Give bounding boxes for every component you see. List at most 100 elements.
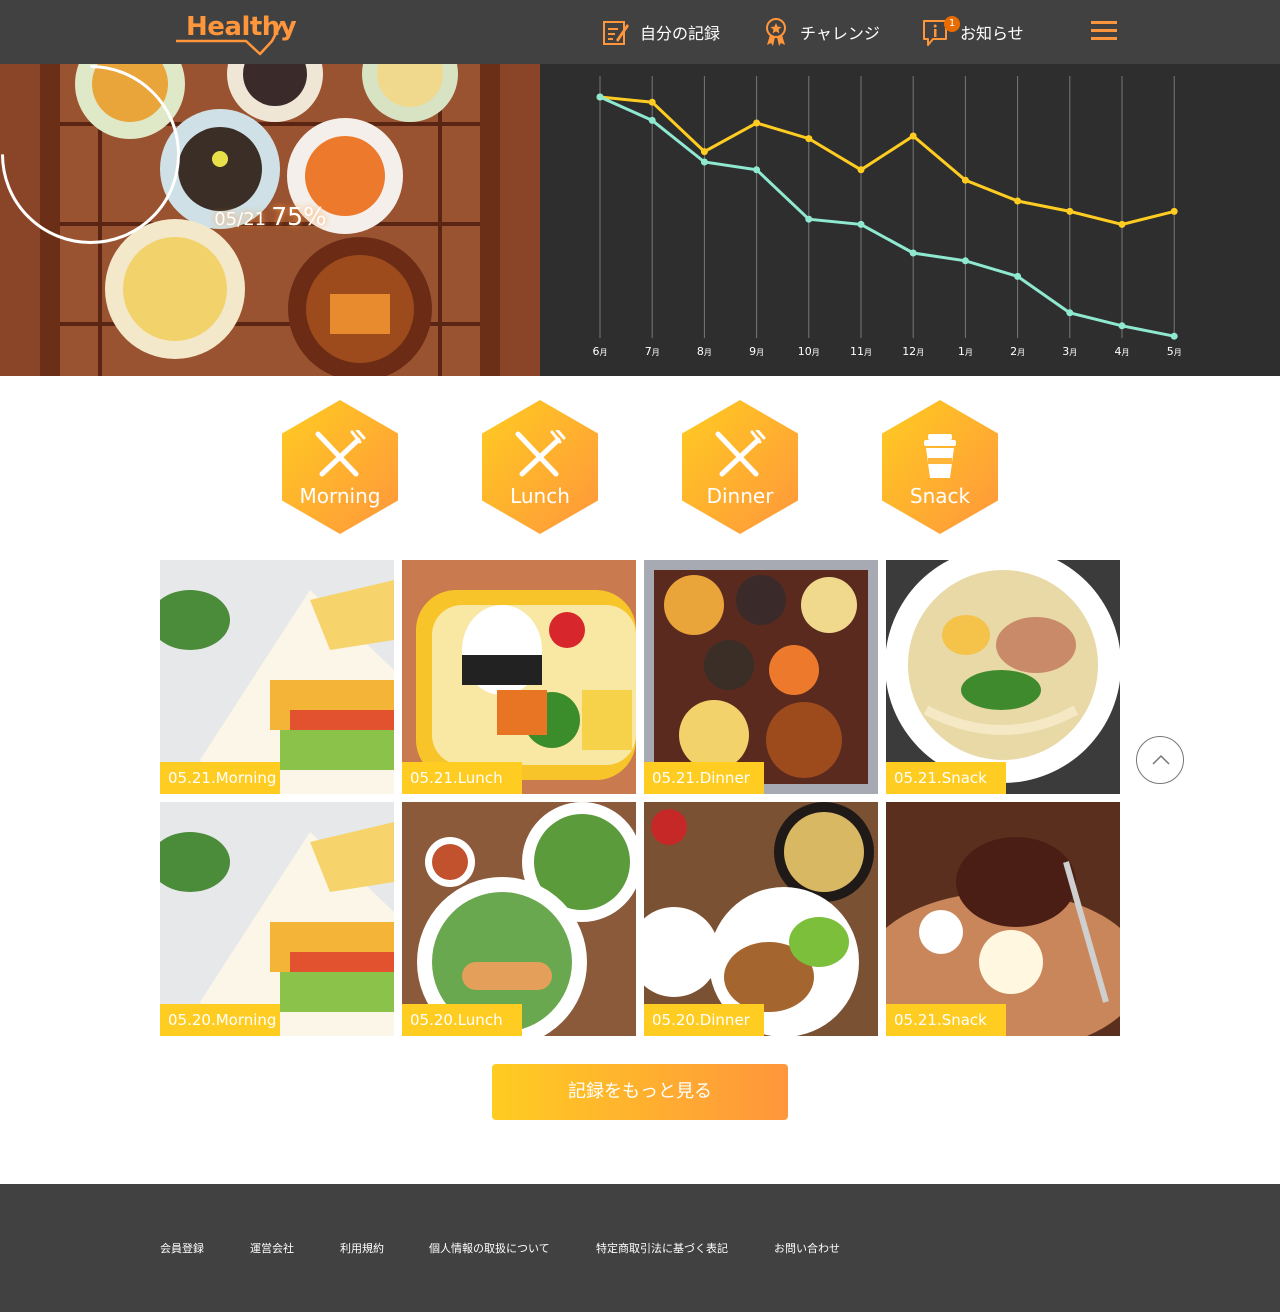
chart-point: [1014, 272, 1022, 280]
chart-point: [753, 119, 761, 127]
meal-record-item[interactable]: 05.21.Dinner: [644, 560, 878, 794]
chart-point: [700, 158, 708, 166]
chart-point: [700, 148, 708, 156]
chart-x-tick-label: 9月: [749, 345, 764, 358]
achievement-ring: [1, 65, 180, 244]
footer-link-contact[interactable]: お問い合わせ: [774, 1240, 840, 1256]
chart-point: [1066, 207, 1074, 215]
meal-record-item[interactable]: 05.21.Snack: [886, 802, 1120, 1036]
knife-fork-icon: [715, 430, 766, 477]
meal-button-label: Lunch: [510, 484, 570, 508]
chevron-up-icon: [1152, 754, 1170, 765]
meal-button-label: Dinner: [706, 484, 774, 508]
meal-record-item[interactable]: 05.20.Morning: [160, 802, 394, 1036]
meal-record-label: 05.20.Morning: [160, 1004, 280, 1036]
chart-x-tick-label: 10月: [798, 345, 820, 358]
meal-record-label: 05.20.Lunch: [402, 1004, 522, 1036]
chart-x-tick-label: 11月: [850, 345, 872, 358]
chart-x-tick-label: 2月: [1010, 345, 1025, 358]
chart-point: [857, 166, 865, 174]
meal-record-item[interactable]: 05.21.Morning: [160, 560, 394, 794]
chart-point: [596, 93, 604, 101]
hamburger-icon[interactable]: [1088, 18, 1120, 46]
cup-icon: [924, 434, 956, 478]
footer-link-commerce-law[interactable]: 特定商取引法に基づく表記: [596, 1240, 728, 1256]
logo-text: Healthy: [186, 12, 297, 42]
chart-point: [648, 98, 656, 106]
chart-point: [961, 176, 969, 184]
meal-photo: [402, 560, 636, 794]
meal-record-label: 05.21.Dinner: [644, 762, 764, 794]
chart-x-tick-label: 8月: [697, 345, 712, 358]
meal-button-morning[interactable]: Morning: [282, 400, 398, 534]
footer-link-privacy[interactable]: 個人情報の取扱について: [429, 1240, 550, 1256]
achievement-text: 05/21 75%: [180, 202, 361, 231]
meal-button-snack[interactable]: Snack: [882, 400, 998, 534]
meal-record-label: 05.21.Lunch: [402, 762, 522, 794]
chart-series-line-1: [599, 95, 1175, 226]
achievement-date: 05/21: [214, 209, 267, 230]
chart-point: [857, 220, 865, 228]
meal-record-label: 05.21.Snack: [886, 762, 1006, 794]
scroll-to-top-button[interactable]: [1136, 736, 1184, 784]
meal-record-label: 05.21.Morning: [160, 762, 280, 794]
chart-point: [1066, 309, 1074, 317]
nav-my-record-label: 自分の記録: [640, 24, 721, 43]
chart-x-tick-label: 1月: [958, 345, 973, 358]
meal-record-item[interactable]: 05.20.Lunch: [402, 802, 636, 1036]
line-chart: 6月 7月 8月 9月 10月 11月 12月 1月 2月 3月 4月 5月: [593, 76, 1182, 358]
meal-button-label: Snack: [909, 484, 971, 508]
chart-point: [648, 116, 656, 124]
footer-link-company[interactable]: 運営会社: [250, 1240, 294, 1256]
site-footer: 会員登録 運営会社 利用規約 個人情報の取扱について 特定商取引法に基づく表記 …: [0, 1184, 1280, 1312]
chart-point: [1118, 220, 1126, 228]
meal-record-label: 05.20.Dinner: [644, 1004, 764, 1036]
chart-point: [961, 257, 969, 265]
nav-challenge[interactable]: チャレンジ: [762, 14, 880, 50]
nav-challenge-label: チャレンジ: [800, 24, 880, 43]
nav-news-label: お知らせ: [960, 24, 1024, 43]
body-record-chart: 6月 7月 8月 9月 10月 11月 12月 1月 2月 3月 4月 5月: [540, 64, 1280, 376]
memo-icon: [603, 21, 629, 45]
logo[interactable]: Healthy: [176, 10, 297, 56]
meal-photo: [644, 560, 878, 794]
footer-link-terms[interactable]: 利用規約: [340, 1240, 384, 1256]
chart-point: [1118, 322, 1126, 330]
chart-point: [805, 135, 813, 143]
meal-record-label: 05.21.Snack: [886, 1004, 1006, 1036]
footer-link-register[interactable]: 会員登録: [160, 1240, 204, 1256]
hero-section: 05/21 75% 6月 7月 8月 9月 10月 11月 12月 1月 2月 3月 4月 5月: [0, 64, 1280, 376]
meal-button-lunch[interactable]: Lunch: [482, 400, 598, 534]
chart-point: [1014, 197, 1022, 205]
chart-x-tick-label: 6月: [593, 345, 608, 358]
meal-filter-buttons: Morning Lunch Dinner Snack: [0, 400, 1280, 536]
meal-photo: [644, 802, 878, 1036]
meal-photo: [886, 802, 1120, 1036]
meal-button-label: Morning: [299, 484, 381, 508]
chart-point: [1170, 207, 1178, 215]
hero-meal-photo: 05/21 75%: [0, 64, 540, 376]
chart-x-tick-label: 5月: [1167, 345, 1182, 358]
chart-x-tick-label: 3月: [1062, 345, 1077, 358]
chart-point: [805, 215, 813, 223]
meal-photo: [160, 560, 394, 794]
meal-record-item[interactable]: 05.20.Dinner: [644, 802, 878, 1036]
chart-x-tick-label: 12月: [902, 345, 924, 358]
meal-photo: [160, 802, 394, 1036]
chart-x-tick-label: 7月: [645, 345, 660, 358]
meal-photo: [886, 560, 1120, 794]
nav-my-record[interactable]: 自分の記録: [602, 14, 720, 50]
challenge-medal-icon: [766, 18, 786, 46]
nav-news[interactable]: 1 お知らせ: [922, 14, 1024, 50]
load-more-records-button[interactable]: 記録をもっと見る: [492, 1064, 788, 1120]
chart-point: [753, 166, 761, 174]
meal-button-dinner[interactable]: Dinner: [682, 400, 798, 534]
meal-record-item[interactable]: 05.21.Lunch: [402, 560, 636, 794]
knife-fork-icon: [515, 430, 566, 477]
chart-point: [1170, 332, 1178, 340]
knife-fork-icon: [315, 430, 366, 477]
chart-point: [909, 249, 917, 257]
news-badge: 1: [944, 16, 960, 32]
chart-x-tick-label: 4月: [1115, 345, 1130, 358]
meal-record-item[interactable]: 05.21.Snack: [886, 560, 1120, 794]
